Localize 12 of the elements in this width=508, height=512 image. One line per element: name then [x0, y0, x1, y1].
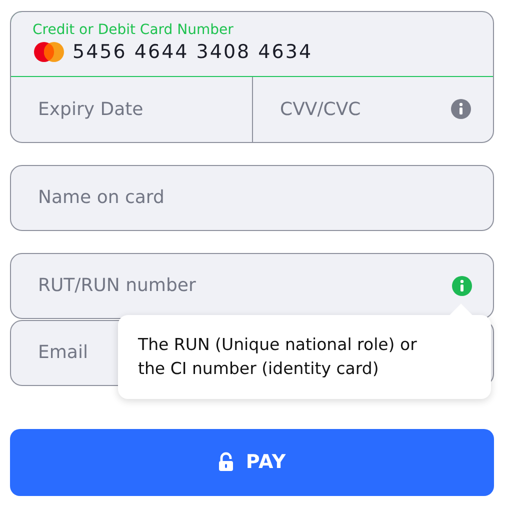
lock-icon	[218, 452, 234, 472]
field-label: Credit or Debit Card Number	[32, 22, 234, 38]
card-brand-icon	[32, 40, 64, 62]
info-icon[interactable]	[452, 276, 472, 296]
expiry-date-field[interactable]: Expiry Date	[11, 76, 253, 142]
pay-button[interactable]: PAY	[10, 428, 494, 496]
cvv-field[interactable]: CVV/CVC	[253, 76, 493, 142]
info-icon[interactable]	[451, 99, 471, 119]
card-number-input[interactable]: 5456 4644 3408 4634	[72, 40, 372, 62]
text-field[interactable]: RUT/RUN number	[10, 252, 494, 318]
tooltip-text: The RUN (Unique national role) or the CI number (identity card)	[138, 334, 417, 378]
text-field[interactable]: Name on card	[10, 164, 494, 230]
